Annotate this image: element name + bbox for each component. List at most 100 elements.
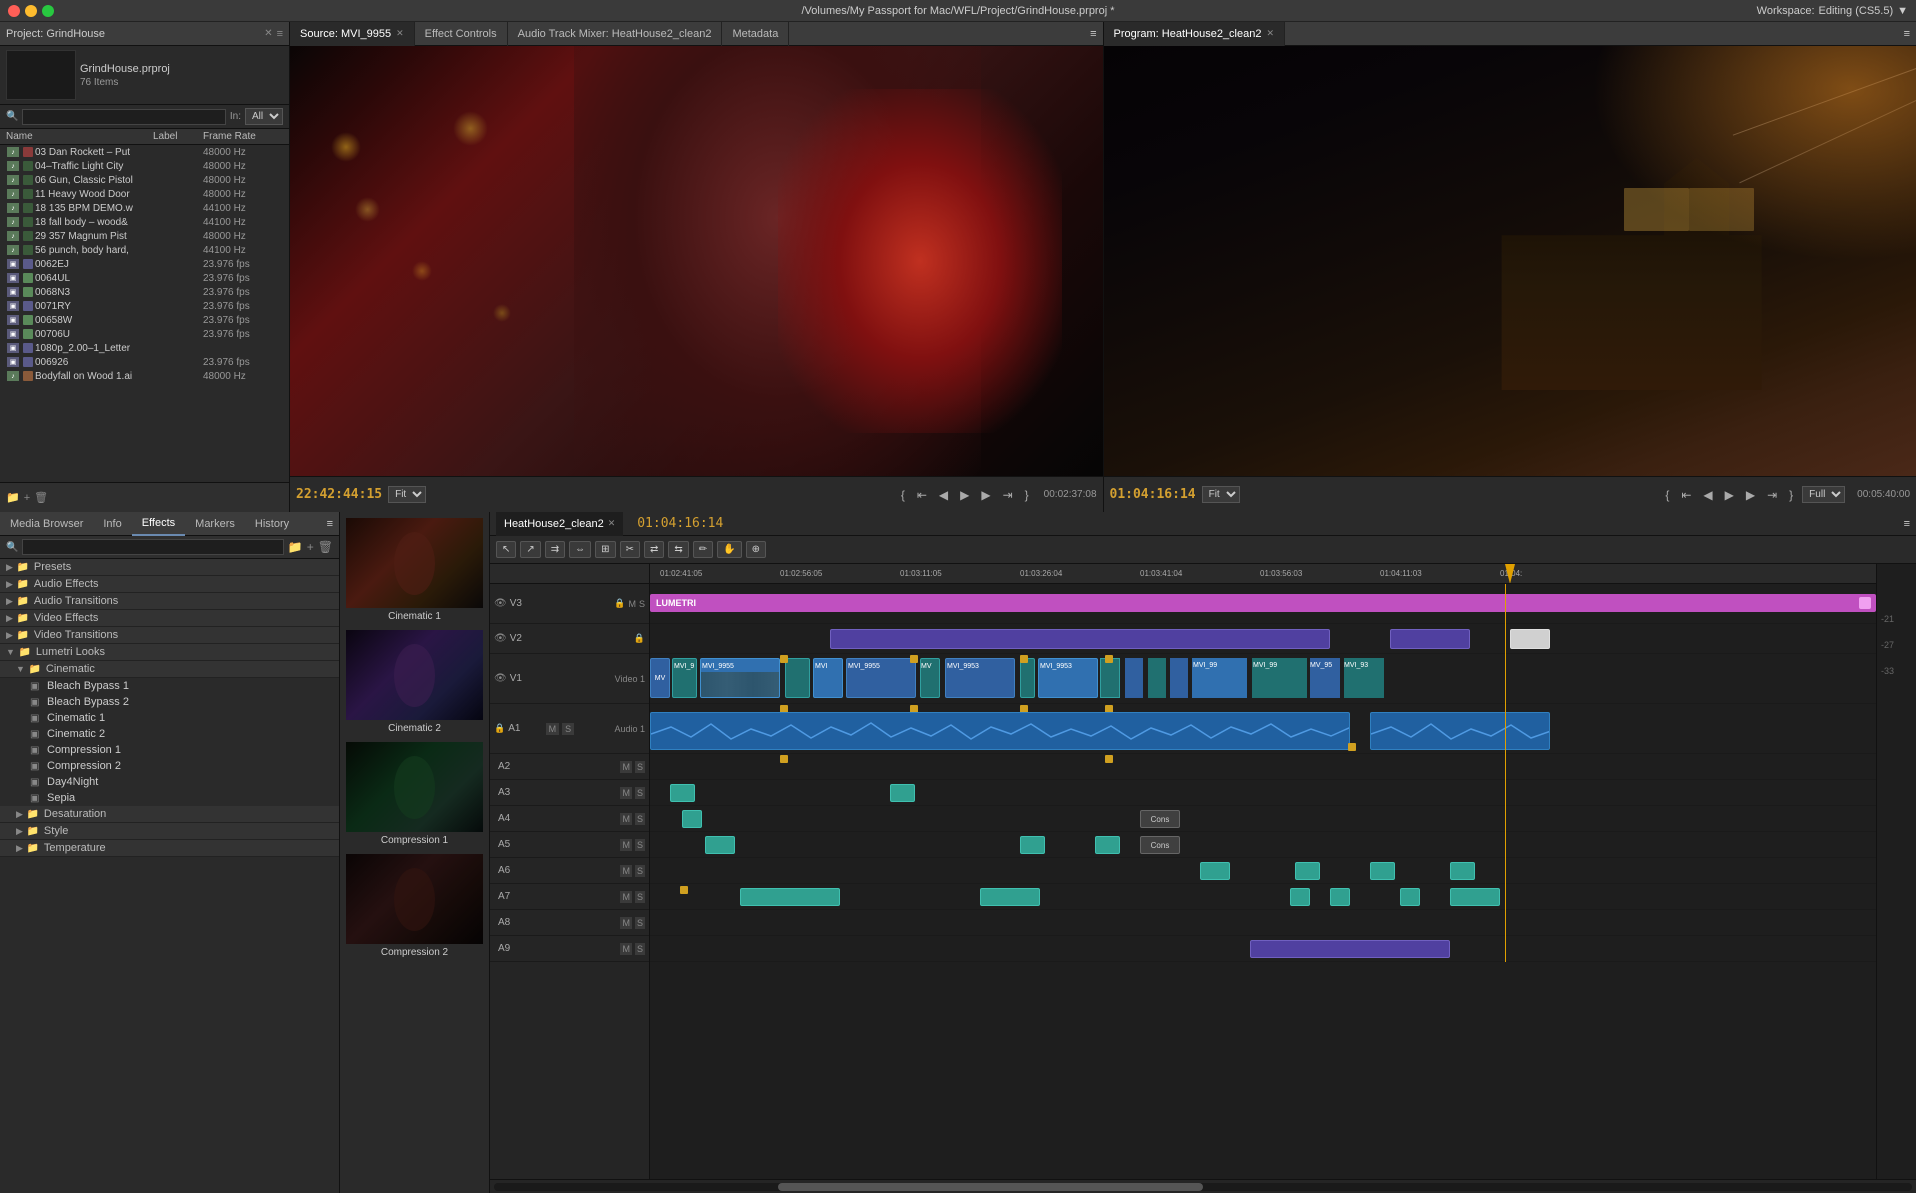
track-a9-content[interactable] [650,936,1876,962]
v1-clip-9[interactable] [1020,658,1035,698]
lumetri-clip[interactable]: LUMETRI [650,594,1876,612]
v2-clip-main[interactable] [830,629,1330,649]
program-next-frame-button[interactable]: ▶ [1743,486,1758,504]
track-v3-s-icon[interactable]: S [639,599,645,609]
v1-clip-3[interactable]: MVI_9955 [700,658,780,698]
hand-tool-button[interactable]: ✋ [717,541,741,558]
a7-clip-3[interactable] [1290,888,1310,906]
timeline-tab-close-icon[interactable]: ✕ [608,518,616,529]
rate-stretch-button[interactable]: ⊞ [595,541,615,558]
thumbnail-cinematic-1[interactable]: Cinematic 1 [346,518,483,622]
v1-clip-7[interactable]: MV [920,658,940,698]
v1-clip-18[interactable]: MVI_93 [1344,658,1384,698]
tab-info[interactable]: Info [93,512,131,536]
program-mark-out-button[interactable]: } [1786,486,1796,504]
source-prev-frame-button[interactable]: ◀ [936,486,951,504]
a6-clip-1[interactable] [1200,862,1230,880]
rolling-edit-button[interactable]: ⇔ [569,541,591,558]
a5-clip-3[interactable] [1095,836,1120,854]
track-a1-lock-icon[interactable]: 🔒 [494,723,505,734]
tab-effect-controls[interactable]: Effect Controls [415,22,508,46]
tree-item-compression-1[interactable]: ▣ Compression 1 [0,742,339,758]
v2-clip-right[interactable] [1390,629,1470,649]
tab-metadata[interactable]: Metadata [722,22,789,46]
project-list-item[interactable]: ♪03 Dan Rockett – Put48000 Hz [0,145,289,159]
col-framerate-header[interactable]: Frame Rate [203,131,283,142]
track-a8-content[interactable] [650,910,1876,936]
tree-item-sepia[interactable]: ▣ Sepia [0,790,339,806]
track-a3-m-btn[interactable]: M [620,787,632,799]
new-preset-bin-icon[interactable]: 📁 [288,540,303,554]
project-list-item[interactable]: ▣00692623.976 fps [0,355,289,369]
a6-clip-4[interactable] [1450,862,1475,880]
minimize-button[interactable] [25,5,37,17]
program-go-in-button[interactable]: ⇤ [1678,486,1694,504]
source-mark-in-button[interactable]: { [898,486,908,504]
workspace-selector[interactable]: Workspace: Editing (CS5.5) ▼ [1757,5,1908,17]
source-panel-menu[interactable]: ≡ [1090,28,1102,40]
program-mark-in-button[interactable]: { [1662,486,1672,504]
tree-item-cinematic-1[interactable]: ▣ Cinematic 1 [0,710,339,726]
timeline-header-menu[interactable]: ≡ [1904,518,1910,530]
a7-clip-5[interactable] [1400,888,1420,906]
tree-item-lumetri[interactable]: ▼ 📁 Lumetri Looks [0,644,339,661]
ripple-edit-button[interactable]: ⇉ [545,541,565,558]
track-v3-lock-icon[interactable]: 🔒 [614,598,625,609]
project-search-input[interactable] [22,109,225,125]
a7-clip-6[interactable] [1450,888,1500,906]
tree-item-audio-transitions[interactable]: ▶ 📁 Audio Transitions [0,593,339,610]
project-list-item[interactable]: ♪56 punch, body hard,44100 Hz [0,243,289,257]
tab-program-close-icon[interactable]: ✕ [1266,28,1274,39]
track-a6-content[interactable] [650,858,1876,884]
effects-search-input[interactable] [22,539,283,555]
track-a4-m-btn[interactable]: M [620,813,632,825]
tab-source[interactable]: Source: MVI_9955 ✕ [290,22,415,46]
project-list-item[interactable]: ♪06 Gun, Classic Pistol48000 Hz [0,173,289,187]
a3-clip-2[interactable] [890,784,915,802]
track-a6-m-btn[interactable]: M [620,865,632,877]
track-a4-content[interactable]: Cons [650,806,1876,832]
tree-item-bleach-bypass-2[interactable]: ▣ Bleach Bypass 2 [0,694,339,710]
program-go-out-button[interactable]: ⇥ [1764,486,1780,504]
tab-history[interactable]: History [245,512,299,536]
program-panel-menu[interactable]: ≡ [1904,28,1916,40]
timeline-scroll-thumb[interactable] [778,1183,1203,1191]
track-a1-s-btn[interactable]: S [562,723,574,735]
project-panel-menu-icon[interactable]: ≡ [277,28,283,40]
a3-clip-1[interactable] [670,784,695,802]
track-a4-s-btn[interactable]: S [635,813,645,825]
source-mark-out-button[interactable]: } [1022,486,1032,504]
v1-clip-5[interactable]: MVI [813,658,843,698]
v1-clip-2[interactable]: MVI_9 [672,658,697,698]
track-a9-m-btn[interactable]: M [620,943,632,955]
v1-clip-4[interactable] [785,658,810,698]
tree-item-bleach-bypass-1[interactable]: ▣ Bleach Bypass 1 [0,678,339,694]
project-list-item[interactable]: ♪18 135 BPM DEMO.w44100 Hz [0,201,289,215]
timeline-scroll-track[interactable] [494,1183,1912,1191]
tree-item-temperature[interactable]: ▶ 📁 Temperature [0,840,339,857]
v1-clip-16[interactable]: MVI_99 [1252,658,1307,698]
project-list-item[interactable]: ▣0068N323.976 fps [0,285,289,299]
col-label-header[interactable]: Label [153,131,203,142]
track-a2-s-btn[interactable]: S [635,761,645,773]
track-select-button[interactable]: ↗ [520,541,540,558]
track-v1-eye-icon[interactable]: 👁 [494,673,507,684]
tab-effects[interactable]: Effects [132,512,185,536]
tab-media-browser[interactable]: Media Browser [0,512,93,536]
a1-clip-main[interactable] [650,712,1350,750]
clear-icon[interactable]: 🗑 [34,491,48,504]
slide-tool-button[interactable]: ⇆ [668,541,688,558]
track-a5-m-btn[interactable]: M [620,839,632,851]
v1-clip-11[interactable] [1100,658,1120,698]
source-play-button[interactable]: ▶ [957,486,972,504]
v1-clip-15[interactable]: MVI_99 [1192,658,1247,698]
a7-clip-1[interactable] [740,888,840,906]
v1-clip-10[interactable]: MVI_9953 [1038,658,1098,698]
a5-clip-1[interactable] [705,836,735,854]
track-a8-m-btn[interactable]: M [620,917,632,929]
v1-clip-12[interactable] [1125,658,1143,698]
program-full-select[interactable]: Full [1802,486,1845,503]
effects-panel-menu[interactable]: ≡ [327,518,339,530]
selection-tool-button[interactable]: ↖ [496,541,516,558]
timeline-tab-sequence[interactable]: HeatHouse2_clean2 ✕ [496,512,623,536]
